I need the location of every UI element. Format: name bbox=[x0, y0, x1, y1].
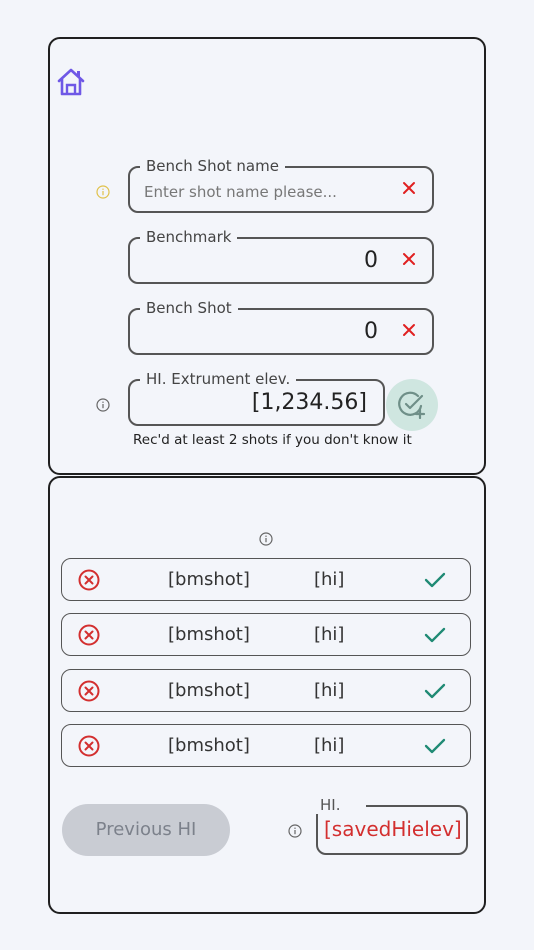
cancel-circle-icon[interactable] bbox=[78, 624, 100, 646]
benchmark-value[interactable]: 0 bbox=[364, 247, 378, 275]
close-icon[interactable] bbox=[402, 323, 416, 337]
check-plus-icon bbox=[398, 391, 426, 419]
shot-name-field[interactable]: Bench Shot name Enter shot name please..… bbox=[128, 157, 434, 213]
hi-elevation-value[interactable]: [1,234.56] bbox=[252, 389, 367, 417]
info-icon[interactable] bbox=[96, 398, 110, 412]
shot-row: [bmshot] [hi] bbox=[61, 613, 471, 656]
shot-name-placeholder: Enter shot name please... bbox=[144, 183, 337, 201]
hi-value: [hi] bbox=[314, 735, 345, 756]
bmshot-value: [bmshot] bbox=[168, 624, 250, 645]
check-icon[interactable] bbox=[424, 737, 446, 755]
check-icon[interactable] bbox=[424, 682, 446, 700]
cancel-circle-icon[interactable] bbox=[78, 735, 100, 757]
bmshot-value: [bmshot] bbox=[168, 569, 250, 590]
saved-hi-field[interactable]: HI. [savedHielev] bbox=[316, 796, 468, 855]
bmshot-value: [bmshot] bbox=[168, 735, 250, 756]
shot-name-label: Bench Shot name bbox=[140, 157, 285, 175]
add-shot-button[interactable] bbox=[386, 379, 438, 431]
benchmark-label: Benchmark bbox=[140, 228, 238, 246]
check-icon[interactable] bbox=[424, 571, 446, 589]
bench-shot-label: Bench Shot bbox=[140, 299, 238, 317]
hint-text: Rec'd at least 2 shots if you don't know… bbox=[133, 432, 412, 448]
info-icon[interactable] bbox=[259, 532, 273, 546]
info-icon-warning[interactable] bbox=[96, 185, 110, 199]
hi-value: [hi] bbox=[314, 569, 345, 590]
cancel-circle-icon[interactable] bbox=[78, 680, 100, 702]
hi-value: [hi] bbox=[314, 680, 345, 701]
benchmark-field[interactable]: Benchmark 0 bbox=[128, 228, 434, 284]
close-icon[interactable] bbox=[402, 252, 416, 266]
hi-elevation-label: HI. Extrument elev. bbox=[140, 370, 297, 388]
bmshot-value: [bmshot] bbox=[168, 680, 250, 701]
bench-shot-value[interactable]: 0 bbox=[364, 318, 378, 346]
check-icon[interactable] bbox=[424, 626, 446, 644]
shot-row: [bmshot] [hi] bbox=[61, 669, 471, 712]
hi-elevation-field[interactable]: HI. Extrument elev. [1,234.56] bbox=[128, 370, 385, 426]
home-icon[interactable] bbox=[55, 66, 87, 98]
cancel-circle-icon[interactable] bbox=[78, 569, 100, 591]
close-icon[interactable] bbox=[402, 181, 416, 195]
saved-hi-label: HI. bbox=[316, 796, 366, 814]
info-icon[interactable] bbox=[288, 824, 302, 838]
previous-hi-button[interactable]: Previous HI bbox=[62, 804, 230, 856]
saved-hi-value: [savedHielev] bbox=[324, 817, 462, 841]
shot-row: [bmshot] [hi] bbox=[61, 724, 471, 767]
hi-value: [hi] bbox=[314, 624, 345, 645]
shot-row: [bmshot] [hi] bbox=[61, 558, 471, 601]
bench-shot-field[interactable]: Bench Shot 0 bbox=[128, 299, 434, 355]
